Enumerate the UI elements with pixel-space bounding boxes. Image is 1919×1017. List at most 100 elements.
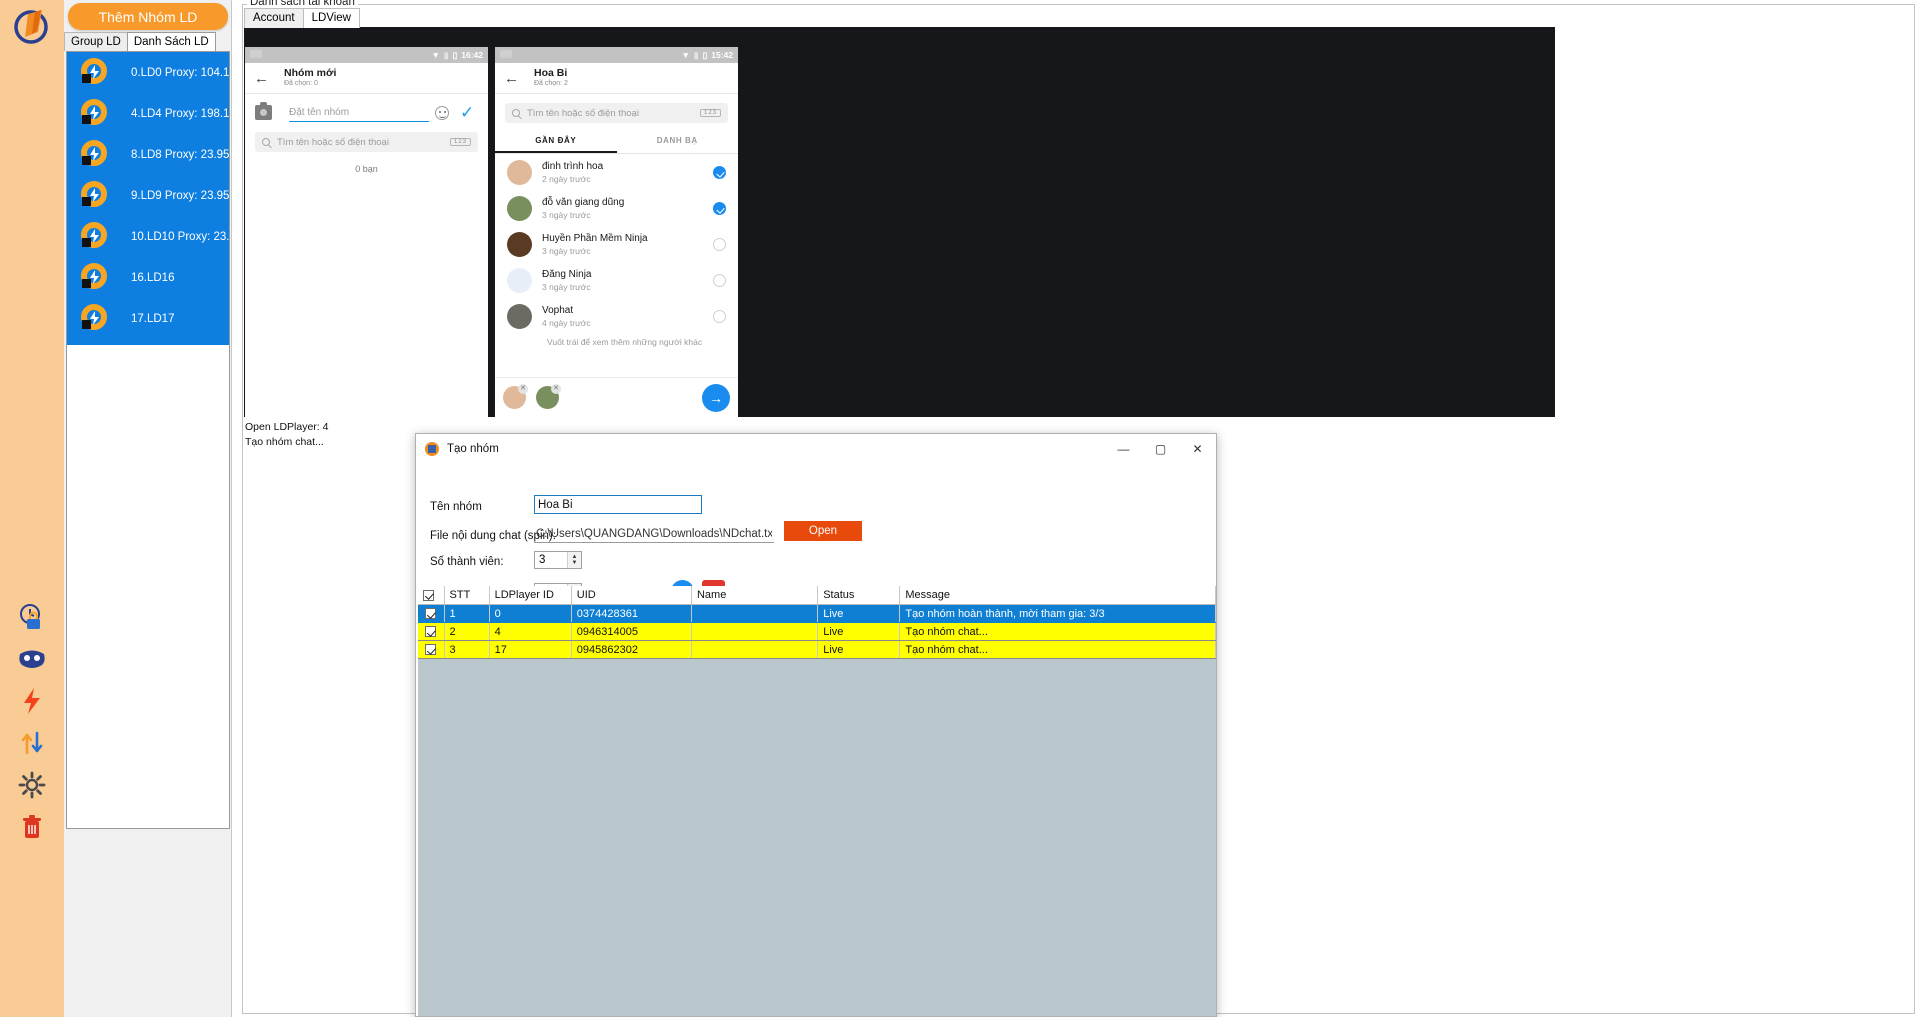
stepper-arrows-members[interactable]: ▲ ▼ (567, 552, 581, 568)
tab-ldview[interactable]: LDView (302, 8, 360, 28)
tab-contacts[interactable]: DANH BẠ (617, 129, 739, 153)
tab-danh-sach-ld[interactable]: Danh Sách LD (126, 32, 216, 51)
gear-icon[interactable] (0, 764, 64, 806)
group-subtitle-2: Đã chọn: 2 (534, 80, 568, 87)
ld-instance-icon (79, 303, 109, 334)
contact-name: đinh trình hoa (542, 160, 604, 172)
row-checkbox[interactable] (425, 626, 437, 638)
accounts-table-container[interactable]: STT LDPlayer ID UID Name Status Message 1 0 037… (418, 586, 1216, 1016)
table-header-cell[interactable]: Status (817, 586, 901, 605)
remove-chip-icon[interactable]: ✕ (518, 384, 528, 394)
contact-info: đinh trình hoa 2 ngày trước (542, 160, 713, 185)
camera-icon[interactable] (255, 102, 272, 120)
check-icon[interactable]: ✓ (460, 104, 478, 121)
contact-row[interactable]: Đăng Ninja 3 ngày trước (495, 262, 738, 298)
table-header-cell[interactable]: STT (444, 586, 490, 605)
emoji-icon[interactable] (435, 105, 449, 120)
ld-list-item[interactable]: 8.LD8 Proxy: 23.95.1... (67, 134, 229, 175)
emulator-screen-1[interactable]: ▼ ▮ ▯ 16:42 ← Nhóm mới Đã chọn: 0 Đặt tê… (245, 47, 488, 417)
contact-search-1[interactable]: Tìm tên hoặc số điện thoại 123 (255, 132, 478, 152)
contact-name: đỗ văn giang dũng (542, 196, 625, 208)
selected-contact-chip[interactable]: ✕ (536, 384, 561, 409)
history-lock-icon[interactable] (0, 596, 64, 638)
group-name-label: Tên nhóm (430, 501, 482, 513)
contact-row[interactable]: đỗ văn giang dũng 3 ngày trước (495, 190, 738, 226)
select-all-checkbox[interactable] (423, 589, 434, 601)
contact-select-toggle[interactable] (713, 201, 726, 215)
avatar (507, 195, 532, 221)
contact-row[interactable]: đinh trình hoa 2 ngày trước (495, 154, 738, 190)
remove-chip-icon[interactable]: ✕ (551, 384, 561, 394)
tab-recent[interactable]: GẦN ĐÂY (495, 129, 617, 153)
lightning-icon[interactable] (0, 680, 64, 722)
dialog-titlebar: Tạo nhóm — ▢ ✕ (416, 434, 1216, 463)
table-header-cell[interactable]: Message (899, 586, 1216, 605)
add-group-button[interactable]: Thêm Nhóm LD (68, 3, 228, 30)
ld-list-item[interactable]: 10.LD10 Proxy: 23.94... (67, 216, 229, 257)
tab-group-ld[interactable]: Group LD (64, 32, 128, 51)
selected-contact-chip[interactable]: ✕ (503, 384, 528, 409)
group-name-row: Đặt tên nhóm ✓ (245, 94, 488, 126)
contact-time: 3 ngày trước (542, 209, 591, 220)
contact-name: Huyền Phần Mềm Ninja (542, 232, 648, 244)
contact-row[interactable]: Huyền Phần Mềm Ninja 3 ngày trước (495, 226, 738, 262)
ld-instance-icon (79, 139, 109, 170)
ld-list-item[interactable]: 0.LD0 Proxy: 104.168... (67, 52, 229, 93)
back-arrow-icon[interactable]: ← (254, 71, 270, 86)
avatar (507, 267, 532, 293)
row-checkbox[interactable] (425, 644, 437, 656)
contact-select-toggle[interactable] (713, 237, 726, 251)
header-titles-2: Hoa Bi Đã chọn: 2 (534, 67, 568, 89)
close-button[interactable]: ✕ (1179, 434, 1216, 463)
transfer-icon[interactable] (0, 722, 64, 764)
tab-account[interactable]: Account (244, 8, 304, 28)
table-cell (691, 604, 819, 623)
table-cell (691, 640, 819, 659)
contact-select-toggle[interactable] (713, 273, 726, 287)
table-row[interactable]: 3 17 0945862302 Live Tạo nhóm chat... (418, 640, 1216, 659)
group-subtitle: Đã chọn: 0 (284, 80, 318, 87)
table-header-cell[interactable]: Name (691, 586, 819, 605)
table-cell: 17 (489, 640, 572, 659)
battery-icon-2: ▯ (702, 49, 708, 60)
member-count-value: 3 (539, 554, 546, 566)
back-arrow-icon-2[interactable]: ← (504, 71, 520, 86)
app-header-2: ← Hoa Bi Đã chọn: 2 (495, 63, 738, 94)
friend-count-label: 0 bạn (355, 164, 378, 174)
table-header-cell[interactable] (418, 586, 445, 605)
table-row[interactable]: 2 4 0946314005 Live Tạo nhóm chat... (418, 622, 1216, 641)
left-rail (0, 0, 64, 1017)
mask-icon[interactable] (0, 638, 64, 680)
ld-list-item[interactable]: 9.LD9 Proxy: 23.95.1... (67, 175, 229, 216)
contact-select-toggle[interactable] (713, 309, 726, 323)
emulator-screen-2[interactable]: ▼ ▮ ▯ 15:42 ← Hoa Bi Đã chọn: 2 Tìm tên … (495, 47, 738, 417)
chat-file-field[interactable] (534, 525, 774, 543)
contact-search-2[interactable]: Tìm tên hoặc số điện thoại 123 (505, 103, 728, 123)
signal-icon-2: ▮ (693, 49, 699, 60)
minimize-button[interactable]: — (1105, 434, 1142, 463)
ld-instance-icon (79, 180, 109, 211)
search-icon-2 (512, 109, 520, 117)
rail-icon-group (0, 596, 64, 848)
table-cell: 4 (489, 622, 572, 641)
ld-instance-list[interactable]: 0.LD0 Proxy: 104.168... 4.LD4 Proxy: 198.… (66, 51, 230, 829)
ld-list-item[interactable]: 16.LD16 (67, 257, 229, 298)
dialog-title: Tạo nhóm (447, 442, 499, 455)
row-checkbox[interactable] (425, 608, 437, 620)
ld-list-item[interactable]: 17.LD17 (67, 298, 229, 339)
table-row[interactable]: 1 0 0374428361 Live Tạo nhóm hoàn thành, mời… (418, 604, 1216, 623)
contact-row[interactable]: Vophat 4 ngày trước (495, 298, 738, 334)
table-header-cell[interactable]: LDPlayer ID (489, 586, 572, 605)
open-file-button[interactable]: Open (784, 521, 862, 541)
trash-icon[interactable] (0, 806, 64, 848)
maximize-button[interactable]: ▢ (1142, 434, 1179, 463)
contact-select-toggle[interactable] (713, 165, 726, 179)
member-count-stepper[interactable]: 3 ▲ ▼ (534, 551, 582, 569)
send-button[interactable]: → (702, 383, 730, 412)
group-name-input[interactable]: Đặt tên nhóm (289, 103, 429, 122)
table-header-cell[interactable]: UID (571, 586, 692, 605)
ld-list-item[interactable]: 4.LD4 Proxy: 198.12... (67, 93, 229, 134)
notification-icon (250, 50, 262, 58)
group-name-field[interactable] (534, 495, 702, 514)
search-placeholder-1: Tìm tên hoặc số điện thoại (277, 136, 389, 148)
